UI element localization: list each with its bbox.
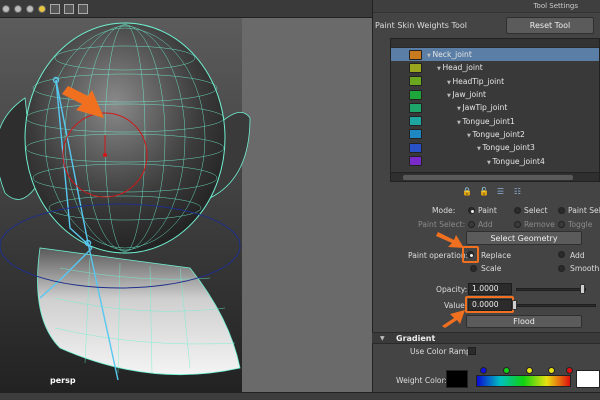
weight-color-swatch-max[interactable] — [576, 370, 600, 388]
joint-color-swatch[interactable] — [409, 76, 422, 87]
joint-color-swatch[interactable] — [409, 142, 422, 153]
joint-color-swatch[interactable] — [409, 89, 422, 100]
influence-icon-row: 🔒 🔓 ☰ ☷ — [372, 184, 600, 198]
joint-color-swatch[interactable] — [409, 62, 422, 73]
joint-row[interactable]: JawTip_joint — [391, 101, 599, 114]
paint-op-smooth-radio[interactable] — [558, 265, 565, 272]
joint-row[interactable]: Neck_joint — [391, 48, 599, 62]
opacity-label: Opacity: — [436, 285, 468, 294]
paint-select-remove-label: Remove — [524, 220, 555, 229]
lock-icon[interactable]: 🔒 — [462, 187, 472, 196]
highlight-value-field — [465, 296, 514, 313]
joint-row[interactable]: Tongue_joint2 — [391, 128, 599, 141]
paint-operation-label: Paint operation: — [408, 251, 469, 260]
paint-select-add-radio[interactable] — [468, 221, 475, 228]
unlock-icon[interactable]: 🔓 — [479, 187, 489, 196]
timeline-bar[interactable] — [0, 392, 600, 400]
influence-joint-list[interactable]: Neck_joint Head_joint HeadTip_joint Jaw_joi… — [390, 38, 600, 182]
joint-color-swatch[interactable] — [409, 116, 422, 127]
list-horizontal-scrollbar[interactable] — [391, 172, 599, 181]
use-color-ramp-label: Use Color Ramp — [410, 347, 471, 356]
mode-paint-radio[interactable] — [468, 207, 475, 214]
paint-op-replace-label: Replace — [481, 251, 512, 260]
viewport-toolbar — [0, 0, 372, 18]
flat-list-icon[interactable]: ☷ — [513, 187, 522, 196]
joint-name: Tongue_joint4 — [487, 157, 544, 166]
ramp-key-blue[interactable] — [480, 367, 487, 374]
opacity-slider-knob[interactable] — [580, 284, 585, 294]
camera-label: persp — [50, 376, 76, 385]
ramp-key-green[interactable] — [503, 367, 510, 374]
list-top-bar — [391, 39, 599, 48]
lights-icon[interactable] — [38, 4, 46, 13]
ramp-key-yellow[interactable] — [526, 367, 533, 374]
joint-name: JawTip_joint — [457, 103, 507, 112]
mode-select-label: Select — [524, 206, 548, 215]
joint-name: Jaw_joint — [447, 90, 486, 99]
joint-row[interactable]: Tongue_joint4 — [391, 154, 599, 167]
shading-lit-icon[interactable] — [14, 4, 22, 13]
paint-op-add-radio[interactable] — [558, 251, 565, 258]
joint-row[interactable]: Jaw_joint — [391, 88, 599, 101]
sort-list-icon[interactable]: ☰ — [496, 187, 505, 196]
joint-name: Neck_joint — [427, 50, 471, 59]
mode-paint-label: Paint — [478, 206, 497, 215]
isolate-select-icon[interactable] — [50, 3, 60, 14]
gear-icon[interactable] — [78, 3, 88, 14]
paint-op-scale-radio[interactable] — [470, 265, 477, 272]
gradient-section-header[interactable]: Gradient — [372, 332, 600, 344]
joint-name: HeadTip_joint — [447, 77, 504, 86]
paint-select-remove-radio[interactable] — [514, 221, 521, 228]
weight-color-label: Weight Color: — [396, 376, 448, 385]
paint-op-smooth-label: Smooth — [570, 264, 600, 273]
joint-color-swatch[interactable] — [409, 102, 422, 113]
joint-name: Tongue_joint1 — [457, 117, 514, 126]
value-slider[interactable] — [516, 304, 596, 307]
head-model-scene[interactable] — [0, 18, 372, 392]
use-color-ramp-checkbox[interactable] — [468, 347, 476, 355]
annotation-arrow-replace — [436, 232, 464, 248]
tool-name: Paint Skin Weights Tool — [375, 20, 468, 30]
joint-name: Head_joint — [437, 63, 482, 72]
ramp-key-yellow-2[interactable] — [548, 367, 555, 374]
mode-paint-select-radio[interactable] — [558, 207, 565, 214]
tool-header-row: Paint Skin Weights Tool Reset Tool — [373, 13, 600, 37]
value-slider-knob[interactable] — [512, 300, 517, 310]
paint-op-scale-label: Scale — [481, 264, 502, 273]
joint-row[interactable]: Tongue_joint3 — [391, 141, 599, 154]
panel-title: Tool Settings — [373, 0, 600, 13]
paint-select-toggle-label: Toggle — [568, 220, 593, 229]
mode-select-radio[interactable] — [514, 207, 521, 214]
paint-select-toggle-radio[interactable] — [558, 221, 565, 228]
joint-row[interactable]: Head_joint — [391, 61, 599, 74]
joint-row[interactable]: Tongue_joint1 — [391, 114, 599, 127]
shading-texture-icon[interactable] — [26, 4, 34, 13]
mode-label: Mode: — [432, 206, 456, 215]
viewport-3d[interactable]: persp — [0, 0, 372, 392]
select-geometry-button[interactable]: Select Geometry — [466, 231, 582, 245]
joint-color-swatch[interactable] — [409, 156, 422, 167]
ramp-key-red[interactable] — [566, 367, 573, 374]
weight-color-swatch-min[interactable] — [446, 370, 468, 388]
mode-paint-select-label: Paint Select — [568, 206, 600, 215]
flood-button[interactable]: Flood — [466, 315, 582, 328]
opacity-field[interactable]: 1.0000 — [468, 283, 512, 295]
joint-name: Tongue_joint2 — [467, 130, 524, 139]
annotation-arrow-value — [442, 310, 465, 328]
paint-select-add-label: Add — [478, 220, 493, 229]
joint-color-swatch[interactable] — [409, 129, 422, 140]
joint-color-swatch[interactable] — [409, 49, 422, 60]
reset-tool-button[interactable]: Reset Tool — [506, 16, 594, 34]
joint-name: Tongue_joint3 — [477, 143, 534, 152]
shading-smooth-icon[interactable] — [2, 4, 10, 13]
weight-color-ramp[interactable] — [476, 375, 571, 387]
opacity-slider[interactable] — [516, 288, 586, 291]
paint-op-add-label: Add — [570, 251, 585, 260]
joint-row[interactable]: HeadTip_joint — [391, 75, 599, 88]
xray-icon[interactable] — [64, 3, 74, 14]
